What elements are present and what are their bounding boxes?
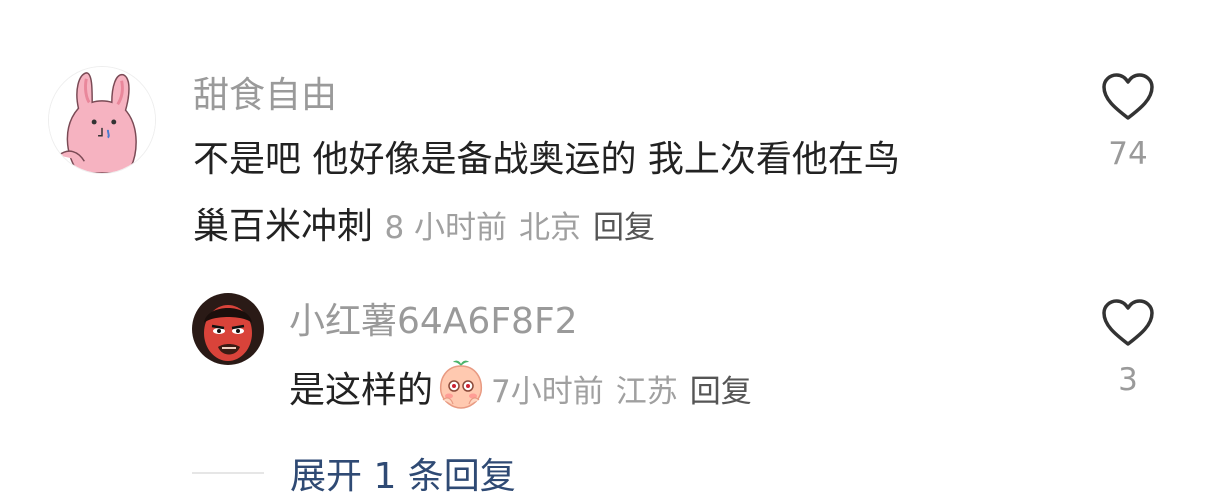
comment-text-line2-content: 巢百米冲刺 xyxy=(193,206,374,247)
reply-like-button[interactable]: 3 xyxy=(1088,298,1168,398)
comment-thread: 甜食自由 不是吧 他好像是备战奥运的 我上次看他在鸟 巢百米冲刺 8 小时前 北京… xyxy=(0,0,1206,501)
comment-like-button[interactable]: 74 xyxy=(1088,72,1168,172)
heart-icon xyxy=(1088,72,1168,122)
reply-text: 是这样的 xyxy=(289,370,434,411)
divider-line xyxy=(192,472,264,474)
commenter-avatar[interactable] xyxy=(48,66,156,174)
comment-like-count: 74 xyxy=(1108,136,1148,172)
peach-shy-sticker-icon xyxy=(435,358,487,410)
reply-location: 江苏 xyxy=(615,374,678,410)
expand-replies-row[interactable]: 展开 1 条回复 xyxy=(192,446,516,500)
comment-time: 8 小时前 xyxy=(384,210,508,246)
red-face-icon xyxy=(192,293,264,365)
reply-time: 7小时前 xyxy=(491,374,604,410)
comment-meta: 8 小时前 北京 回复 xyxy=(384,210,655,246)
comment-text-line1: 不是吧 他好像是备战奥运的 我上次看他在鸟 xyxy=(193,139,900,180)
reply-meta: 7小时前 江苏 回复 xyxy=(491,374,752,410)
commenter-username[interactable]: 甜食自由 xyxy=(193,74,337,118)
expand-replies-button[interactable]: 展开 1 条回复 xyxy=(290,447,516,499)
comment-reply-button[interactable]: 回复 xyxy=(593,210,655,246)
pink-bunny-icon xyxy=(49,67,155,173)
reply-text-row: 是这样的 7小时前 江苏 回复 xyxy=(289,358,752,422)
reply-like-count: 3 xyxy=(1118,362,1138,398)
replier-username[interactable]: 小红薯64A6F8F2 xyxy=(289,300,578,344)
replier-avatar[interactable] xyxy=(192,293,264,365)
comment-location: 北京 xyxy=(519,210,582,246)
comment-text-line2: 巢百米冲刺 8 小时前 北京 回复 xyxy=(193,197,655,258)
heart-icon xyxy=(1088,298,1168,348)
reply-reply-button[interactable]: 回复 xyxy=(690,374,752,410)
